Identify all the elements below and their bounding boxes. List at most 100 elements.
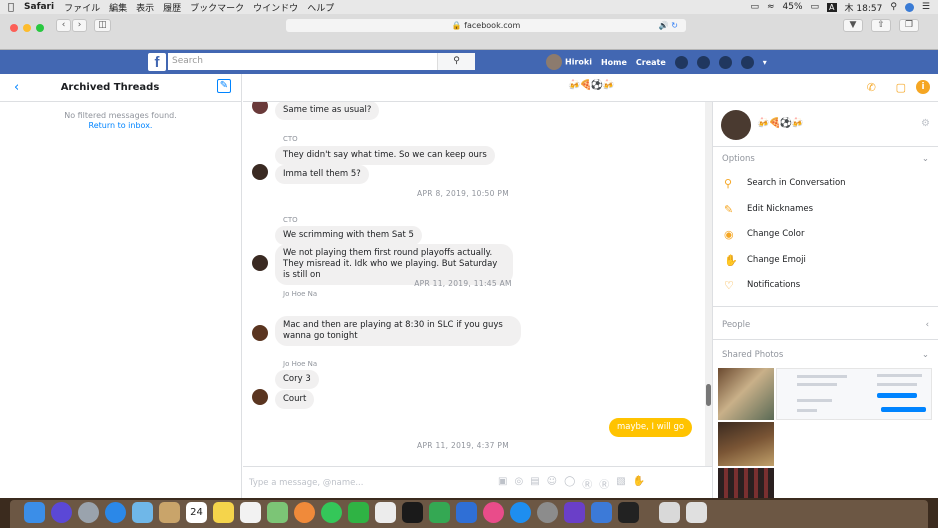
airplay-icon[interactable]: ▭ (750, 2, 759, 12)
gif-icon[interactable]: ▤ (530, 476, 539, 491)
conversation-title[interactable]: 🍻🍕⚽🍻 (568, 80, 615, 91)
clock[interactable]: 木 18:57 (845, 1, 883, 14)
reminders-icon[interactable] (240, 502, 261, 523)
battery-icon[interactable]: ▭ (811, 2, 820, 12)
message-input[interactable]: Type a message, @name... (249, 478, 363, 488)
return-to-inbox-link[interactable]: Return to inbox. (0, 121, 241, 131)
itunes-icon[interactable] (483, 502, 504, 523)
sticker-icon[interactable]: ▣ (498, 476, 507, 491)
safari-icon[interactable] (105, 502, 126, 523)
option-change-emoji[interactable]: ✋ Change Emoji (713, 248, 938, 274)
spotlight-icon[interactable]: ⚲ (890, 2, 897, 12)
imovie-icon[interactable] (564, 502, 585, 523)
menu-help[interactable]: ヘルプ (307, 1, 334, 14)
minimize-window-button[interactable] (23, 24, 31, 32)
keynote-icon[interactable] (456, 502, 477, 523)
messenger-icon[interactable] (696, 55, 710, 69)
profile-link[interactable]: Hiroki (546, 54, 592, 70)
textedit-icon[interactable] (375, 502, 396, 523)
phone-icon[interactable]: ✆ (867, 81, 876, 94)
payment-icon-2[interactable]: Ⓡ (599, 476, 609, 491)
messages-icon[interactable] (321, 502, 342, 523)
close-window-button[interactable] (10, 24, 18, 32)
thumbs-up-icon[interactable]: ✋ (633, 476, 645, 491)
photos-icon[interactable] (294, 502, 315, 523)
back-button[interactable]: ‹ (56, 19, 71, 32)
info-icon[interactable]: i (916, 80, 930, 94)
sidebar-toggle-icon[interactable]: ◫ (94, 19, 111, 32)
menu-history[interactable]: 履歴 (163, 1, 181, 14)
download-icon[interactable]: ▼ (843, 19, 863, 32)
photos-preview-icon[interactable] (132, 502, 153, 523)
option-notifications[interactable]: ♡ Notifications (713, 273, 938, 299)
camera-icon[interactable]: ◎ (514, 476, 523, 491)
battery-percent[interactable]: 45% (783, 2, 803, 12)
siri-icon[interactable] (51, 502, 72, 523)
notes-icon[interactable] (213, 502, 234, 523)
console-icon[interactable] (618, 502, 639, 523)
address-bar[interactable]: 🔒 facebook.com 🔊 ↻ (286, 19, 686, 32)
shared-photo[interactable] (718, 422, 774, 466)
terminal-icon[interactable] (402, 502, 423, 523)
forward-button[interactable]: › (72, 19, 87, 32)
numbers-icon[interactable] (429, 502, 450, 523)
option-change-color[interactable]: ◉ Change Color (713, 222, 938, 248)
shared-photo[interactable] (776, 368, 932, 420)
mail-icon[interactable] (159, 502, 180, 523)
payment-icon[interactable]: Ⓡ (582, 476, 592, 491)
page-title: Archived Threads (60, 82, 160, 93)
notifications-bell-icon[interactable] (718, 55, 732, 69)
games-icon[interactable]: ▧ (616, 476, 625, 491)
maps-icon[interactable] (267, 502, 288, 523)
apple-menu-icon[interactable]:  (8, 2, 14, 13)
facebook-search-input[interactable]: Search ⚲ (168, 53, 475, 70)
zoom-window-button[interactable] (36, 24, 44, 32)
share-icon[interactable]: ⇧ (871, 19, 891, 32)
emoji-icon[interactable]: ☺ (547, 476, 557, 491)
input-source[interactable]: A (827, 2, 837, 12)
menu-bookmarks[interactable]: ブックマーク (190, 1, 244, 14)
finder-icon[interactable] (24, 502, 45, 523)
search-placeholder: Search (172, 56, 203, 66)
app-store-icon[interactable] (510, 502, 531, 523)
menu-file[interactable]: ファイル (64, 1, 100, 14)
option-edit-nicknames[interactable]: ✎ Edit Nicknames (713, 197, 938, 223)
downloads-folder-icon[interactable] (659, 502, 680, 523)
scrollbar-thumb[interactable] (706, 384, 711, 406)
nav-home[interactable]: Home (601, 58, 627, 67)
option-search-in-conversation[interactable]: ⚲ Search in Conversation (713, 171, 938, 197)
thread-scrollbar[interactable] (705, 102, 712, 466)
calendar-icon[interactable]: 24 (186, 502, 207, 523)
gear-icon[interactable]: ⚙ (921, 118, 930, 129)
microphone-icon[interactable]: ◯ (564, 476, 575, 491)
preview-icon[interactable] (591, 502, 612, 523)
video-call-icon[interactable]: ▢ (896, 81, 906, 94)
message-bubble: Imma tell them 5? (275, 165, 369, 184)
app-menu-safari[interactable]: Safari (24, 2, 54, 12)
nav-create[interactable]: Create (636, 58, 666, 67)
audio-playing-icon[interactable]: 🔊 ↻ (659, 19, 678, 32)
menu-window[interactable]: ウインドウ (253, 1, 298, 14)
group-avatar[interactable] (721, 110, 751, 140)
menu-view[interactable]: 表示 (136, 1, 154, 14)
trash-icon[interactable] (686, 502, 707, 523)
wifi-icon[interactable]: ≈ (767, 2, 775, 12)
launchpad-icon[interactable] (78, 502, 99, 523)
menu-edit[interactable]: 編集 (109, 1, 127, 14)
system-preferences-icon[interactable] (537, 502, 558, 523)
search-icon[interactable]: ⚲ (437, 53, 475, 70)
facetime-icon[interactable] (348, 502, 369, 523)
friend-requests-icon[interactable] (674, 55, 688, 69)
shared-photo[interactable] (718, 368, 774, 420)
options-section-header[interactable]: Options ⌄ (713, 147, 938, 171)
people-section-header[interactable]: People ‹ (713, 313, 938, 337)
tabs-overview-icon[interactable]: ❐ (899, 19, 919, 32)
compose-icon[interactable]: ✎ (217, 79, 231, 93)
account-menu-chevron-icon[interactable]: ▾ (763, 58, 767, 67)
shared-photo[interactable] (718, 468, 774, 498)
facebook-logo[interactable]: f (148, 53, 166, 71)
help-icon[interactable] (740, 55, 754, 69)
notification-center-icon[interactable]: ☰ (922, 2, 930, 12)
shared-photos-section-header[interactable]: Shared Photos ⌄ (713, 343, 938, 367)
siri-icon[interactable] (904, 2, 914, 12)
